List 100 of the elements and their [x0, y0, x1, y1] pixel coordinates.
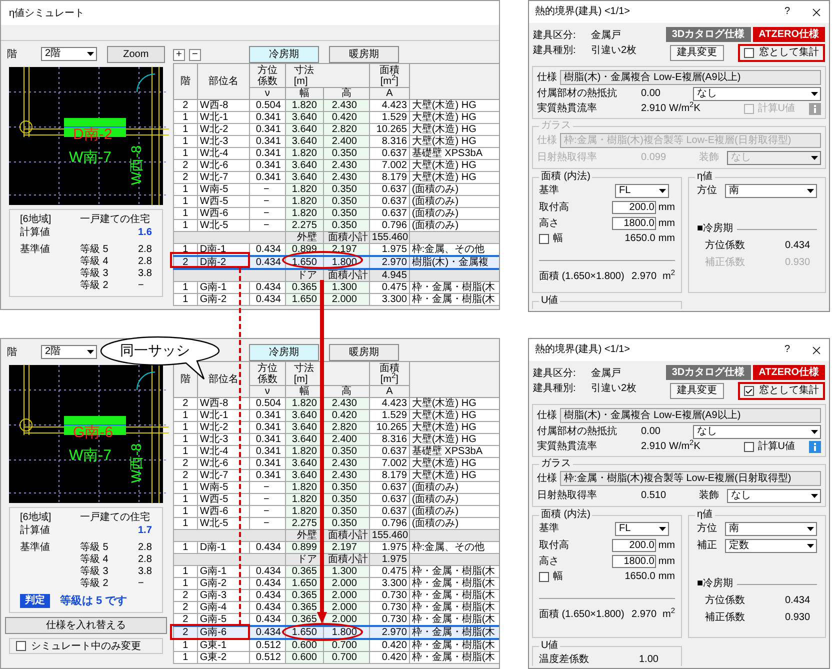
table-row[interactable]: 1 G南-1 0.434 0.365 1.300 0.475 枠・金属・樹脂(木	[173, 282, 499, 294]
period-tab[interactable]: 冷房期	[248, 46, 319, 63]
spec-tab[interactable]: 3Dカタログ仕様	[666, 27, 751, 42]
table-row[interactable]: 1 G東-1 0.512 0.600 0.700 0.420 枠・金属・樹脂(木	[173, 639, 499, 652]
input-field[interactable]: 200.0	[612, 201, 656, 214]
grade-value: 3.8	[138, 566, 152, 578]
field-label: 仕様	[537, 472, 557, 484]
table-row[interactable]: 1 W北-2 0.341 3.640 2.820 10.265 大壁(木造) HG	[173, 422, 499, 434]
spec-button[interactable]: 樹脂(木)・金属複合 Low-E複層(A9以上)	[560, 70, 821, 85]
table-cell: 0.350	[323, 220, 370, 232]
info-icon[interactable]	[809, 103, 821, 115]
swap-spec-button[interactable]: 仕様を入れ替える	[5, 617, 167, 634]
period-tab[interactable]: 冷房期	[248, 344, 319, 361]
table-row[interactable]: 1 W北-4 0.341 1.820 0.350 0.637 基礎壁 XPS3bA	[173, 446, 499, 458]
checkbox[interactable]	[744, 442, 754, 452]
table-row[interactable]: 2 G南-6 0.434 1.650 1.800 2.970 枠・金属・樹脂(木	[173, 626, 499, 639]
table-row[interactable]: 2 W西-8 0.504 1.820 2.430 4.423 大壁(木造) HG	[173, 100, 499, 112]
tree-toggle-button[interactable]: +	[172, 49, 185, 61]
table-row[interactable]: 2 G南-4 0.434 0.365 2.000 0.730 枠・金属・樹脂(木	[173, 602, 499, 614]
dropdown-field[interactable]: FL	[615, 184, 669, 198]
dropdown-field[interactable]: なし	[693, 425, 821, 439]
field-label: 建具区分:	[533, 30, 577, 42]
plan-label: W西-8	[128, 443, 144, 483]
table-row[interactable]: 1 W北-5 − 2.275 0.350 0.796 (面積のみ)	[173, 220, 499, 232]
table-cell: 0.420	[369, 652, 410, 664]
period-tab[interactable]: 暖房期	[328, 46, 399, 63]
table-cell: 0.350	[323, 494, 370, 506]
unit-label: W/m$^{2}$K	[669, 441, 700, 453]
zoom-button[interactable]: Zoom	[106, 46, 165, 62]
glass-spec-button[interactable]: 枠:金属・樹脂(木)複合製等 Low-E複層(日射取得型)	[560, 471, 821, 486]
table-row[interactable]: 1 W北-4 0.341 1.820 0.350 0.637 基礎壁 XPS3bA	[173, 148, 499, 160]
table-row[interactable]: 2 D南-2 0.434 1.650 1.800 2.970 樹脂(木)・金属複	[173, 256, 499, 269]
info-icon[interactable]	[809, 441, 821, 453]
checkbox[interactable]	[539, 572, 549, 582]
input-field[interactable]: 1800.0	[612, 217, 656, 230]
spec-tab[interactable]: 3Dカタログ仕様	[666, 365, 751, 380]
help-button[interactable]: ?	[784, 6, 790, 18]
input-field[interactable]: 200.0	[612, 539, 656, 552]
help-button[interactable]: ?	[784, 344, 790, 356]
dropdown-field[interactable]: 南	[725, 522, 817, 536]
verdict-text: 等級は 5 です	[60, 595, 128, 607]
checkbox[interactable]	[744, 48, 754, 58]
spec-button[interactable]: 樹脂(木)・金属複合 Low-E複層(A9以上)	[560, 408, 821, 423]
table-row[interactable]: 1 G南-2 0.434 1.650 2.000 3.300 枠・金属・樹脂(木	[173, 294, 499, 306]
dropdown-field[interactable]: 2階	[41, 47, 97, 61]
checkbox-label: 幅	[553, 571, 563, 583]
table-row[interactable]: 2 W北-7 0.341 3.640 2.430 8.179 大壁(木造) HG	[173, 172, 499, 184]
table-row[interactable]: 1 W北-1 0.341 3.640 0.420 1.529 大壁(木造) HG	[173, 410, 499, 422]
table-row[interactable]: 1 W南-5 − 1.820 0.350 0.637 (面積のみ)	[173, 482, 499, 494]
dropdown-field[interactable]: なし	[693, 87, 821, 101]
dialog-title: 熱的境界(建具) <1/1>	[535, 344, 630, 356]
spec-tab[interactable]: ATZERO仕様	[752, 27, 825, 42]
field-value: 金属戸	[591, 30, 621, 42]
dropdown-field[interactable]: なし	[727, 489, 821, 503]
dropdown-field[interactable]: 南	[725, 184, 817, 198]
table-row[interactable]: 1 W西-6 − 1.820 0.350 0.637 (面積のみ)	[173, 208, 499, 220]
field-label: 基準	[539, 185, 560, 197]
period-tab[interactable]: 暖房期	[328, 344, 399, 361]
dropdown-field[interactable]: 2階	[41, 345, 97, 359]
grade-label: 等級 4	[80, 554, 110, 566]
table-row[interactable]: 1 W北-1 0.341 3.640 0.420 1.529 大壁(木造) HG	[173, 112, 499, 124]
checkbox[interactable]	[539, 234, 549, 244]
table-row[interactable]: 1 W西-5 − 1.820 0.350 0.637 (面積のみ)	[173, 494, 499, 506]
table-row[interactable]: 2 W北-7 0.341 3.640 2.430 8.179 大壁(木造) HG	[173, 470, 499, 482]
table-row[interactable]: 2 G南-3 0.434 0.365 2.000 0.730 枠・金属・樹脂(木	[173, 590, 499, 602]
field-label: 実質熱貫流率	[537, 103, 598, 115]
tree-toggle-button[interactable]: −	[188, 49, 201, 61]
table-cell: 0.350	[323, 506, 370, 518]
dropdown-caret-icon	[659, 527, 666, 531]
dropdown-field[interactable]: 定数	[725, 539, 817, 553]
change-fitting-button[interactable]: 建具変更	[670, 45, 724, 61]
table-row[interactable]: 1 W西-5 − 1.820 0.350 0.637 (面積のみ)	[173, 196, 499, 208]
checkbox-label: 幅	[553, 233, 563, 245]
input-field[interactable]: 1800.0	[612, 555, 656, 568]
region-label: [6地域]	[20, 214, 52, 226]
table-row[interactable]: 1 W北-3 0.341 3.640 2.400 8.316 大壁(木造) HG	[173, 434, 499, 446]
table-row[interactable]: 1 W北-3 0.341 3.640 2.400 8.316 大壁(木造) HG	[173, 136, 499, 148]
table-row[interactable]: 2 W北-6 0.341 3.640 2.430 7.002 大壁(木造) HG	[173, 160, 499, 172]
change-fitting-button[interactable]: 建具変更	[670, 383, 724, 399]
field-value: 引違い2枚	[591, 383, 637, 395]
field-value: 2.910	[641, 441, 668, 453]
checkbox[interactable]	[16, 641, 26, 651]
table-cell: 1	[173, 244, 198, 256]
table-row[interactable]: 2 W西-8 0.504 1.820 2.430 4.423 大壁(木造) HG	[173, 398, 499, 410]
table-row[interactable]: 1 G南-2 0.434 1.650 2.000 3.300 枠・金属・樹脂(木	[173, 578, 499, 590]
table-row[interactable]: 1 D南-1 0.434 0.899 2.197 1.975 枠:金属、その他	[173, 542, 499, 554]
table-row[interactable]: 1 W北-5 − 2.275 0.350 0.796 (面積のみ)	[173, 518, 499, 530]
table-row[interactable]: 1 G東-2 0.512 0.600 0.700 0.420 枠・金属・樹脂(木	[173, 652, 499, 664]
checkbox[interactable]	[744, 386, 754, 396]
checkbox-label: シミュレート中のみ変更	[31, 640, 141, 654]
table-row[interactable]: 1 W南-5 − 1.820 0.350 0.637 (面積のみ)	[173, 184, 499, 196]
spec-tab[interactable]: ATZERO仕様	[752, 365, 825, 380]
dropdown-field[interactable]: FL	[615, 522, 669, 536]
table-row[interactable]: 2 W北-6 0.341 3.640 2.430 7.002 大壁(木造) HG	[173, 458, 499, 470]
table-row[interactable]: 1 W西-6 − 1.820 0.350 0.637 (面積のみ)	[173, 506, 499, 518]
table-row[interactable]: 1 W北-2 0.341 3.640 2.820 10.265 大壁(木造) HG	[173, 124, 499, 136]
table-cell: 1	[173, 294, 198, 306]
table-row[interactable]: 1 G南-1 0.434 0.365 1.300 0.475 枠・金属・樹脂(木	[173, 566, 499, 578]
field-label: 仕様	[537, 134, 557, 146]
field-label: 方位係数	[705, 595, 746, 607]
